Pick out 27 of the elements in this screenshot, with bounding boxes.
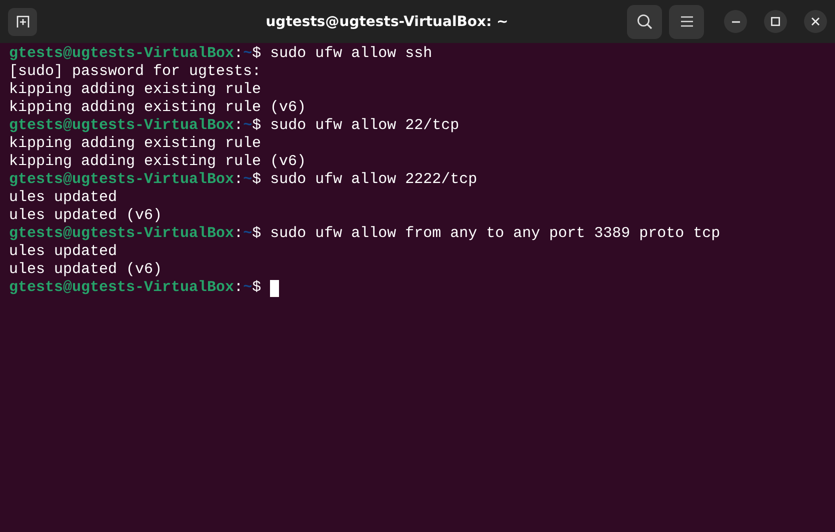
minimize-icon xyxy=(732,20,740,22)
prompt-line: gtests@ugtests-VirtualBox:~$ xyxy=(8,279,262,297)
output-line: ules updated xyxy=(8,189,118,207)
maximize-button[interactable] xyxy=(764,10,787,33)
prompt-line: gtests@ugtests-VirtualBox:~$ sudo ufw allow 2222/tcp xyxy=(8,171,478,189)
close-button[interactable] xyxy=(804,10,827,33)
minimize-button[interactable] xyxy=(724,10,747,33)
output-line: ules updated xyxy=(8,243,118,261)
prompt-line: gtests@ugtests-VirtualBox:~$ sudo ufw allow ssh xyxy=(8,45,432,63)
prompt-line: gtests@ugtests-VirtualBox:~$ sudo ufw allow 22/tcp xyxy=(8,117,460,135)
menu-button[interactable] xyxy=(669,4,704,38)
window-title: ugtests@ugtests-VirtualBox: ~ xyxy=(264,14,510,30)
search-icon xyxy=(636,14,652,30)
output-line: kipping adding existing rule xyxy=(8,135,262,153)
output-line: ules updated (v6) xyxy=(8,207,162,225)
output-line: kipping adding existing rule (v6) xyxy=(8,153,306,171)
output-line: ules updated (v6) xyxy=(8,261,162,279)
output-line: kipping adding existing rule xyxy=(8,81,262,99)
output-line: kipping adding existing rule (v6) xyxy=(8,99,306,117)
prompt-line: gtests@ugtests-VirtualBox:~$ sudo ufw allow from any to any port 3389 proto tcp xyxy=(8,225,720,243)
output-line: [sudo] password for ugtests: xyxy=(8,63,262,81)
new-tab-icon xyxy=(16,15,30,28)
search-button[interactable] xyxy=(627,4,662,38)
close-icon xyxy=(811,17,820,26)
new-tab-button[interactable] xyxy=(8,8,37,36)
menu-icon xyxy=(680,16,692,27)
maximize-icon xyxy=(771,17,780,26)
